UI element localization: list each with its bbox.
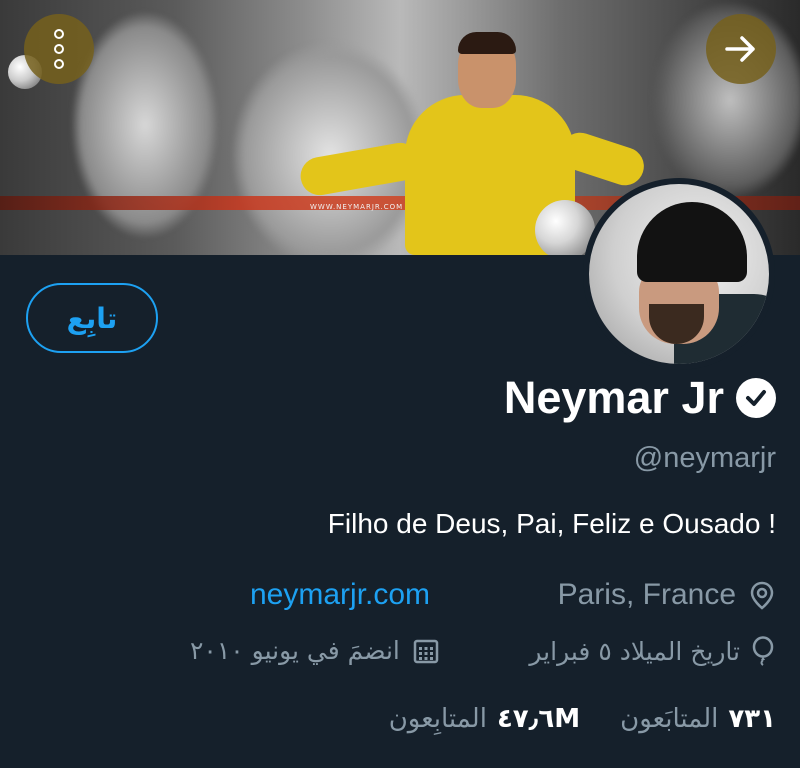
following-stat[interactable]: ٧٣١ المتابَعون — [620, 704, 776, 734]
profile-website-link[interactable]: neymarjr.com — [250, 578, 430, 612]
following-count: ٧٣١ — [728, 704, 776, 734]
profile-name-row: Neymar Jr — [504, 372, 776, 424]
avatar[interactable] — [583, 178, 775, 370]
profile-stats: ٧٣١ المتابَعون ٤٧٫٦M المتابِعون — [389, 704, 776, 734]
profile-birthday: تاريخ الميلاد ٥ فبراير — [529, 636, 776, 666]
profile-birthday-text: تاريخ الميلاد ٥ فبراير — [529, 636, 740, 666]
followers-label: المتابِعون — [388, 704, 487, 734]
followers-stat[interactable]: ٤٧٫٦M المتابِعون — [389, 704, 580, 734]
banner-player-hair — [458, 32, 516, 54]
profile-location-text: Paris, France — [557, 578, 736, 611]
avatar-image — [589, 184, 769, 364]
balloon-icon — [752, 636, 774, 666]
profile-joined-text: انضمَ في يونيو ٢٠١٠ — [190, 636, 400, 665]
profile-bio: Filho de Deus, Pai, Feliz e Ousado ! — [327, 508, 776, 539]
more-vertical-icon — [54, 29, 64, 69]
calendar-icon — [413, 639, 439, 663]
profile-handle: @neymarjr — [633, 442, 776, 474]
follow-button[interactable]: تابِع — [26, 283, 158, 353]
arrow-right-icon — [725, 36, 755, 62]
profile-location: Paris, France — [558, 578, 776, 612]
banner-watermark: WWW.NEYMARJR.COM — [310, 203, 404, 211]
profile-joined: انضمَ في يونيو ٢٠١٠ — [190, 636, 440, 665]
next-button[interactable] — [706, 14, 776, 84]
following-label: المتابَعون — [620, 704, 719, 734]
profile-name: Neymar Jr — [503, 372, 724, 423]
location-pin-icon — [750, 581, 774, 610]
more-options-button[interactable] — [24, 14, 94, 84]
followers-count: ٤٧٫٦M — [496, 704, 581, 734]
verified-badge-icon — [736, 378, 776, 418]
